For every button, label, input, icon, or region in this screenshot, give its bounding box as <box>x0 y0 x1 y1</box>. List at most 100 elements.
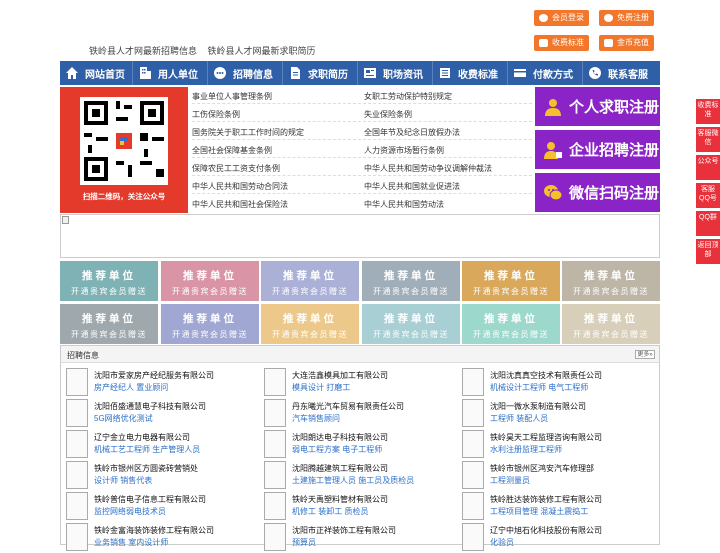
policy-link[interactable]: 女职工劳动保护特别规定 <box>364 91 452 102</box>
float-qq-group[interactable]: QQ群 <box>696 211 720 237</box>
float-back-to-top[interactable]: 返回顶部 <box>696 239 720 265</box>
job-item[interactable]: 沈阳市爱家房产经纪服务有限公司 房产经纪人 置业顾问 <box>66 368 256 398</box>
job-positions[interactable]: 机械设计工程师 电气工程师 <box>490 382 588 393</box>
fee-standard-button[interactable]: 收费标准 <box>534 35 589 51</box>
job-item[interactable]: 铁岭金富海装饰装修工程有限公司 业务销售 室内设计师 <box>66 523 256 553</box>
nav-support[interactable]: 联系客服 <box>583 61 660 85</box>
job-positions[interactable]: 机械工艺工程师 生产管理人员 <box>94 444 200 455</box>
float-official-account[interactable]: 公众号 <box>696 155 720 181</box>
nav-resumes[interactable]: 求职简历 <box>283 61 358 85</box>
policy-link[interactable]: 中华人民共和国劳动法 <box>364 199 444 210</box>
job-item[interactable]: 铁岭昊天工程监理咨询有限公司 水利注册监理工程师 <box>462 430 652 460</box>
company-name[interactable]: 大连浩鑫模具加工有限公司 <box>292 370 388 381</box>
job-positions[interactable]: 汽车销售顾问 <box>292 413 340 424</box>
nav-jobs[interactable]: 招聘信息 <box>208 61 283 85</box>
recommend-unit[interactable]: 推荐单位 开通贵宾会员赠送 <box>562 304 660 344</box>
banner-ad[interactable] <box>60 214 660 258</box>
job-item[interactable]: 铁岭天禹塑料管材有限公司 机修工 装卸工 质检员 <box>264 492 454 522</box>
nav-home[interactable]: 网站首页 <box>60 61 133 85</box>
job-item[interactable]: 沈阳佰盛通慧电子科技有限公司 5G网络优化测试 <box>66 399 256 429</box>
job-positions[interactable]: 工程测量员 <box>490 475 530 486</box>
job-item[interactable]: 铁岭普信电子信息工程有限公司 监控网络弱电技术员 <box>66 492 256 522</box>
personal-register-button[interactable]: 个人求职注册 <box>535 87 660 126</box>
policy-link[interactable]: 国务院关于职工工作时间的规定 <box>192 127 304 138</box>
job-item[interactable]: 沈阳沈真真空技术有限责任公司 机械设计工程师 电气工程师 <box>462 368 652 398</box>
job-positions[interactable]: 工程师 装配人员 <box>490 413 548 424</box>
job-positions[interactable]: 水利注册监理工程师 <box>490 444 562 455</box>
job-positions[interactable]: 设计师 销售代表 <box>94 475 152 486</box>
job-positions[interactable]: 房产经纪人 置业顾问 <box>94 382 168 393</box>
recommend-unit[interactable]: 推荐单位 开通贵宾会员赠送 <box>261 261 359 301</box>
job-item[interactable]: 铁岭市银州区方圆瓷砖营销处 设计师 销售代表 <box>66 461 256 491</box>
top-link-resumes[interactable]: 铁岭县人才网最新求职简历 <box>208 46 316 56</box>
company-name[interactable]: 铁岭胜达装饰装修工程有限公司 <box>490 494 602 505</box>
float-fee-standard[interactable]: 收费标准 <box>696 99 720 125</box>
job-item[interactable]: 沈阳市正祥装饰工程有限公司 预算员 <box>264 523 454 553</box>
job-positions[interactable]: 工程项目管理 混凝土震捣工 <box>490 506 588 517</box>
policy-link[interactable]: 中华人民共和国劳动合同法 <box>192 181 288 192</box>
company-name[interactable]: 辽宁金立电力电器有限公司 <box>94 432 190 443</box>
job-item[interactable]: 丹东曦光汽车贸易有限责任公司 汽车销售顾问 <box>264 399 454 429</box>
job-item[interactable]: 辽宁金立电力电器有限公司 机械工艺工程师 生产管理人员 <box>66 430 256 460</box>
company-name[interactable]: 铁岭天禹塑料管材有限公司 <box>292 494 388 505</box>
nav-payment[interactable]: 付款方式 <box>508 61 583 85</box>
free-register-button[interactable]: 免费注册 <box>599 10 654 26</box>
float-qq-service[interactable]: 客服QQ号 <box>696 183 720 209</box>
company-name[interactable]: 丹东曦光汽车贸易有限责任公司 <box>292 401 404 412</box>
policy-link[interactable]: 全国社会保障基金条例 <box>192 145 272 156</box>
policy-link[interactable]: 工伤保险条例 <box>192 109 240 120</box>
policy-link[interactable]: 人力资源市场暂行条例 <box>364 145 444 156</box>
recommend-unit[interactable]: 推荐单位 开通贵宾会员赠送 <box>261 304 359 344</box>
float-wechat-service[interactable]: 客服微信 <box>696 127 720 153</box>
job-item[interactable]: 大连浩鑫模具加工有限公司 模具设计 打磨工 <box>264 368 454 398</box>
recommend-unit[interactable]: 推荐单位 开通贵宾会员赠送 <box>60 261 158 301</box>
nav-fees[interactable]: 收费标准 <box>433 61 508 85</box>
company-name[interactable]: 铁岭市银州区鸿安汽车修理部 <box>490 463 594 474</box>
policy-link[interactable]: 事业单位人事管理条例 <box>192 91 272 102</box>
company-name[interactable]: 沈阳市爱家房产经纪服务有限公司 <box>94 370 214 381</box>
company-name[interactable]: 铁岭金富海装饰装修工程有限公司 <box>94 525 214 536</box>
recommend-unit[interactable]: 推荐单位 开通贵宾会员赠送 <box>562 261 660 301</box>
job-positions[interactable]: 弱电工程方案 电子工程师 <box>292 444 382 455</box>
recommend-unit[interactable]: 推荐单位 开通贵宾会员赠送 <box>362 261 460 301</box>
policy-link[interactable]: 中华人民共和国社会保险法 <box>192 199 288 210</box>
company-name[interactable]: 铁岭普信电子信息工程有限公司 <box>94 494 206 505</box>
wechat-register-button[interactable]: 微信扫码注册 <box>535 173 660 212</box>
job-positions[interactable]: 5G网络优化测试 <box>94 413 153 424</box>
job-positions[interactable]: 预算员 <box>292 537 316 548</box>
coin-recharge-button[interactable]: 金币充值 <box>599 35 654 51</box>
policy-link[interactable]: 中华人民共和国劳动争议调解仲裁法 <box>364 163 492 174</box>
job-positions[interactable]: 模具设计 打磨工 <box>292 382 350 393</box>
recommend-unit[interactable]: 推荐单位 开通贵宾会员赠送 <box>161 261 259 301</box>
recommend-unit[interactable]: 推荐单位 开通贵宾会员赠送 <box>60 304 158 344</box>
company-name[interactable]: 沈阳市正祥装饰工程有限公司 <box>292 525 396 536</box>
job-positions[interactable]: 监控网络弱电技术员 <box>94 506 166 517</box>
job-item[interactable]: 沈阳朗达电子科技有限公司 弱电工程方案 电子工程师 <box>264 430 454 460</box>
company-name[interactable]: 沈阳朗达电子科技有限公司 <box>292 432 388 443</box>
job-item[interactable]: 沈阳腾越建筑工程有限公司 土建施工管理人员 施工员及质检员 <box>264 461 454 491</box>
job-item[interactable]: 铁岭胜达装饰装修工程有限公司 工程项目管理 混凝土震捣工 <box>462 492 652 522</box>
job-positions[interactable]: 化验员 <box>490 537 514 548</box>
company-name[interactable]: 沈阳腾越建筑工程有限公司 <box>292 463 388 474</box>
member-login-button[interactable]: 会员登录 <box>534 10 589 26</box>
recommend-unit[interactable]: 推荐单位 开通贵宾会员赠送 <box>161 304 259 344</box>
company-name[interactable]: 沈阳佰盛通慧电子科技有限公司 <box>94 401 206 412</box>
job-positions[interactable]: 机修工 装卸工 质检员 <box>292 506 368 517</box>
job-positions[interactable]: 业务销售 室内设计师 <box>94 537 168 548</box>
policy-link[interactable]: 失业保险条例 <box>364 109 412 120</box>
job-item[interactable]: 铁岭市银州区鸿安汽车修理部 工程测量员 <box>462 461 652 491</box>
company-register-button[interactable]: 企业招聘注册 <box>535 130 660 169</box>
job-item[interactable]: 沈阳一微水泵制造有限公司 工程师 装配人员 <box>462 399 652 429</box>
recommend-unit[interactable]: 推荐单位 开通贵宾会员赠送 <box>362 304 460 344</box>
company-name[interactable]: 沈阳沈真真空技术有限责任公司 <box>490 370 602 381</box>
nav-employers[interactable]: 用人单位 <box>133 61 208 85</box>
company-name[interactable]: 沈阳一微水泵制造有限公司 <box>490 401 586 412</box>
policy-link[interactable]: 全国年节及纪念日放假办法 <box>364 127 460 138</box>
nav-news[interactable]: 职场资讯 <box>358 61 433 85</box>
top-link-jobs[interactable]: 铁岭县人才网最新招聘信息 <box>89 46 197 56</box>
more-button[interactable]: 更多» <box>635 350 655 359</box>
company-name[interactable]: 辽宁中旭石化科技股份有限公司 <box>490 525 602 536</box>
company-name[interactable]: 铁岭市银州区方圆瓷砖营销处 <box>94 463 198 474</box>
job-item[interactable]: 辽宁中旭石化科技股份有限公司 化验员 <box>462 523 652 553</box>
job-positions[interactable]: 土建施工管理人员 施工员及质检员 <box>292 475 414 486</box>
